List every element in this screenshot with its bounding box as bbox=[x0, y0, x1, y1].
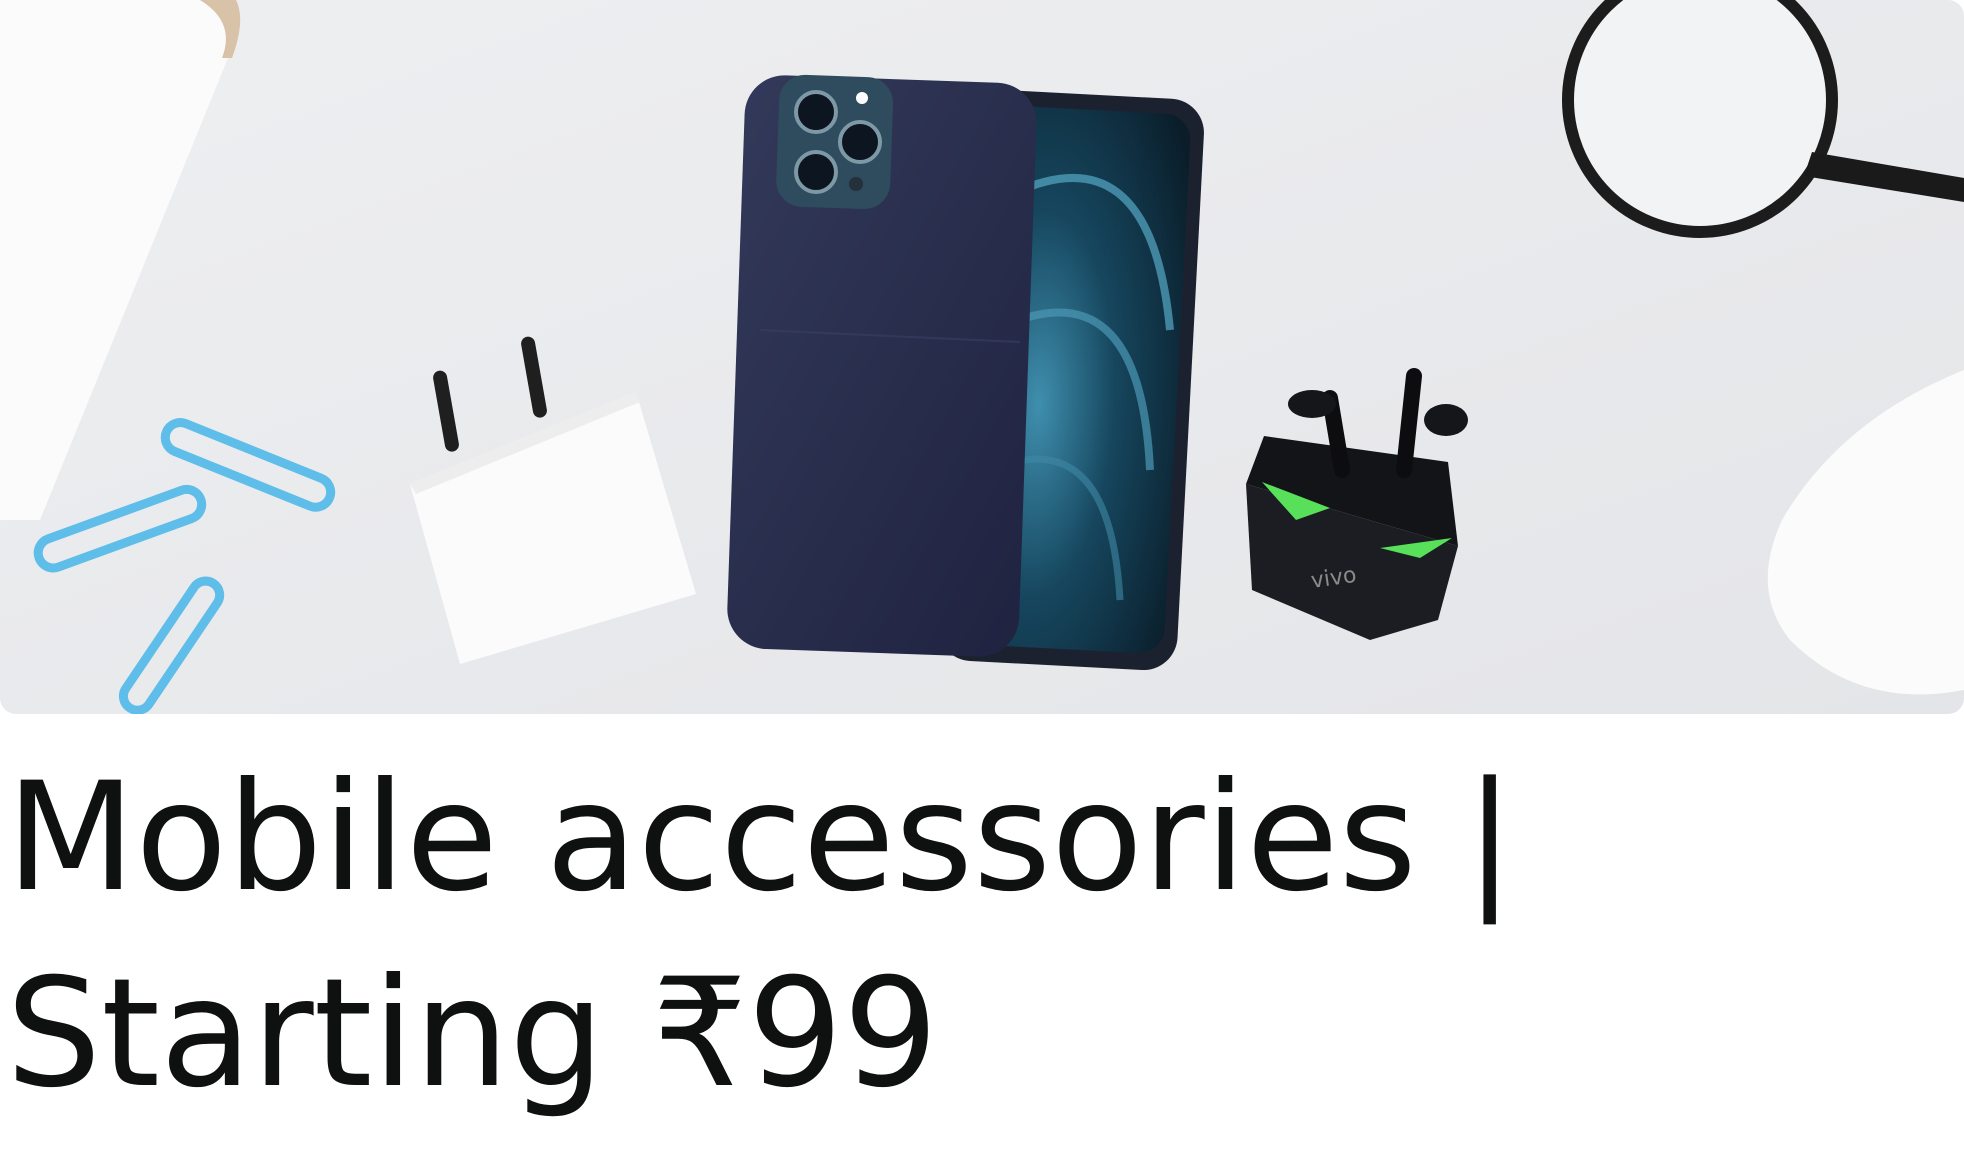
card-title-line-1: Mobile accessories | bbox=[6, 751, 1515, 925]
hero-image[interactable]: vivo bbox=[0, 0, 1964, 714]
card-title-line-2: Starting ₹99 bbox=[6, 947, 939, 1121]
card-title[interactable]: Mobile accessories | Starting ₹99 bbox=[6, 740, 1946, 1132]
deal-card[interactable]: vivo Mobile accessories | Starting ₹99 bbox=[0, 0, 1964, 1156]
phone-case-icon bbox=[727, 74, 1037, 657]
